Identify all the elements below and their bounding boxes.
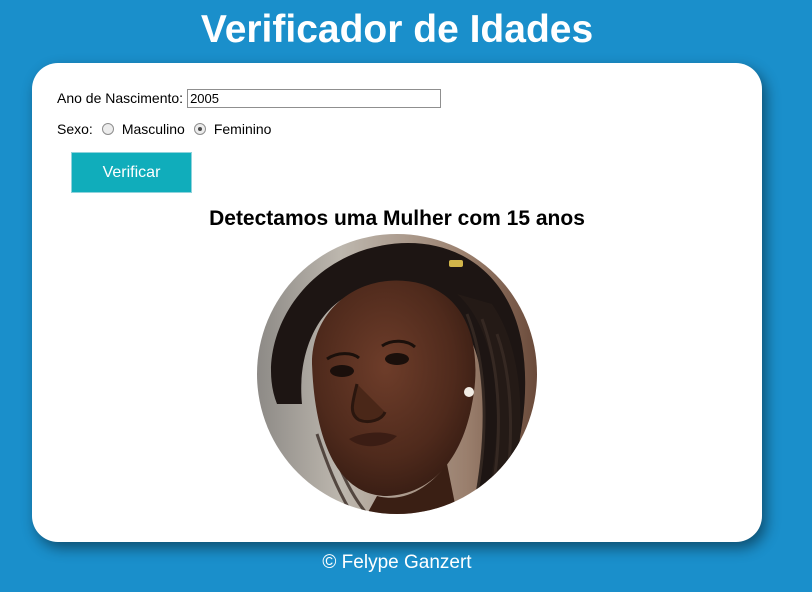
sex-label: Sexo: bbox=[57, 121, 93, 137]
verify-button[interactable]: Verificar bbox=[71, 152, 192, 193]
radio-masculino[interactable] bbox=[101, 123, 114, 135]
radio-masculino-label[interactable]: Masculino bbox=[122, 121, 185, 137]
radio-feminino-label[interactable]: Feminino bbox=[214, 121, 272, 137]
result-text: Detectamos uma Mulher com 15 anos bbox=[209, 207, 585, 230]
footer-credit: © Felype Ganzert bbox=[322, 552, 472, 573]
birth-year-input[interactable] bbox=[187, 88, 442, 108]
birth-year-label: Ano de Nascimento: bbox=[57, 90, 184, 106]
result-photo bbox=[257, 234, 537, 514]
birth-year-row: Ano de Nascimento: bbox=[57, 87, 442, 109]
main-card: Ano de Nascimento: Sexo: Masculino Femin… bbox=[32, 63, 762, 542]
page-title: Verificador de Idades bbox=[200, 8, 594, 51]
sex-row: Sexo: Masculino Feminino bbox=[57, 119, 271, 139]
radio-feminino[interactable] bbox=[193, 123, 206, 135]
